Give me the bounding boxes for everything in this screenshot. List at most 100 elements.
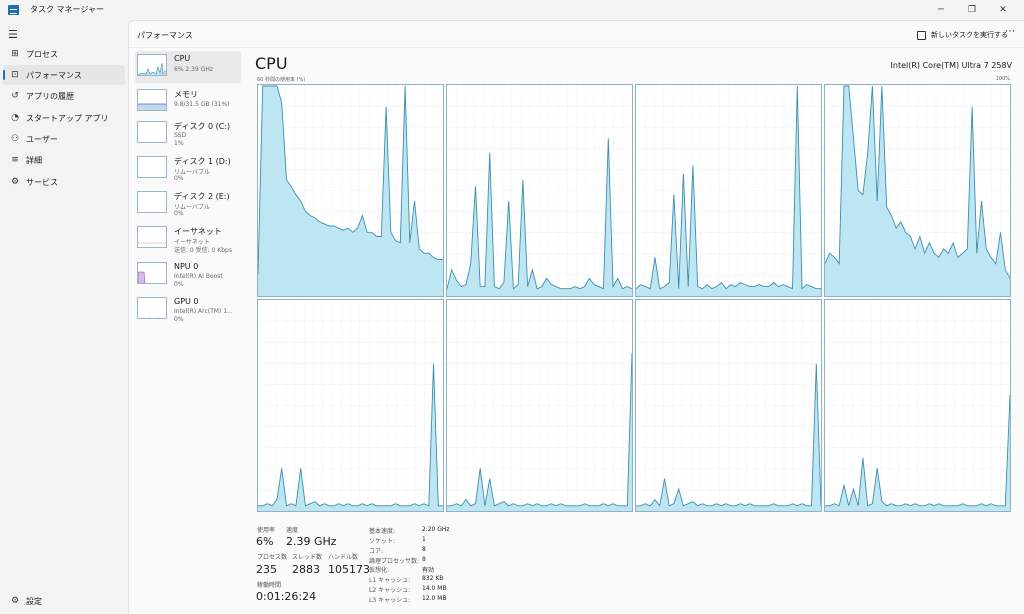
spec-value: 8: [422, 546, 426, 553]
device-item-memory[interactable]: メモリ 9.8/31.5 GB (31%): [135, 86, 241, 118]
nav-item-label: サービス: [26, 177, 58, 187]
device-item-gpu[interactable]: GPU 0 Intel(R) Arc(TM) 1... 0%: [135, 294, 241, 326]
spec-value: 14.0 MB: [422, 585, 447, 592]
device-detail: 9.8/31.5 GB (31%): [174, 101, 230, 108]
hamburger-menu-icon[interactable]: ☰: [8, 28, 18, 41]
cpu-core-graph: [635, 84, 822, 297]
device-name: GPU 0: [174, 297, 199, 306]
memory-thumbnail-graph: [138, 103, 166, 110]
device-item-disk-1[interactable]: ディスク 1 (D:) リムーバブル 0%: [135, 153, 241, 185]
device-item-cpu[interactable]: CPU 6% 2.39 GHz: [135, 51, 241, 83]
spec-label: 基本速度:: [369, 528, 396, 535]
maximize-icon[interactable]: ❐: [959, 0, 985, 20]
graph-axis-label: 60 秒間の使用率 (%): [257, 77, 306, 83]
processes-label: プロセス数: [257, 554, 288, 561]
run-task-icon: [917, 30, 926, 40]
device-name: CPU: [174, 54, 191, 63]
nav-item-processes[interactable]: ⊞ プロセス: [3, 44, 125, 64]
graph-max-label: 100%: [995, 76, 1010, 82]
title-bar: タスク マネージャー ─ ❐ ✕: [0, 0, 1024, 20]
spec-label: L2 キャッシュ:: [369, 587, 411, 594]
nav-item-services[interactable]: ⚙ サービス: [3, 172, 125, 192]
spec-label: L3 キャッシュ:: [369, 597, 411, 604]
spec-label: ソケット:: [369, 538, 396, 545]
nav-item-startup-apps[interactable]: ◔ スタートアップ アプリ: [3, 108, 125, 128]
device-name: ディスク 2 (E:): [174, 192, 230, 201]
device-throughput: 送信: 0 受信: 0 Kbps: [174, 247, 232, 254]
core-usage-chart: [447, 85, 632, 296]
spec-value: 8: [422, 556, 426, 563]
cpu-core-graph: [635, 299, 822, 512]
spec-value: 832 KB: [422, 575, 444, 582]
spec-label: コア:: [369, 548, 384, 555]
device-name: NPU 0: [174, 262, 199, 271]
nav-item-users[interactable]: ⚇ ユーザー: [3, 129, 125, 149]
gauge-icon: ◔: [11, 113, 19, 123]
nav-item-label: アプリの履歴: [26, 91, 74, 101]
core-usage-chart: [636, 300, 821, 511]
device-detail: Intel(R) Arc(TM) 1...: [174, 308, 233, 315]
uptime-value: 0:01:26:24: [256, 590, 317, 603]
nav-sidebar: ☰ ⊞ プロセス ⊡ パフォーマンス ↺ アプリの履歴 ◔ スタートアップ アプ…: [0, 20, 128, 614]
core-usage-chart: [636, 85, 821, 296]
more-options-button[interactable]: ⋯: [1005, 26, 1015, 37]
device-detail: Intel(R) AI Boost: [174, 273, 223, 280]
cpu-thumbnail: [137, 54, 167, 76]
cpu-core-graph: [446, 84, 633, 297]
usage-value: 6%: [256, 535, 274, 548]
device-usage: 0%: [174, 281, 184, 288]
speed-label: 速度: [286, 527, 299, 534]
device-item-ethernet[interactable]: イーサネット イーサネット 送信: 0 受信: 0 Kbps: [135, 223, 241, 255]
nav-item-app-history[interactable]: ↺ アプリの履歴: [3, 86, 125, 106]
device-item-disk-2[interactable]: ディスク 2 (E:) リムーバブル 0%: [135, 188, 241, 220]
ethernet-thumbnail-graph: [138, 242, 166, 244]
nav-item-performance[interactable]: ⊡ パフォーマンス: [3, 65, 125, 85]
cpu-core-graph: [824, 84, 1011, 297]
nav-item-label: パフォーマンス: [26, 70, 82, 80]
nav-item-details[interactable]: ≡ 詳細: [3, 150, 125, 170]
threads-value: 2883: [292, 563, 320, 576]
uptime-label: 稼働時間: [257, 582, 282, 589]
header-divider: [129, 47, 1024, 48]
task-manager-icon: [8, 5, 19, 15]
device-item-npu[interactable]: NPU 0 Intel(R) AI Boost 0%: [135, 259, 241, 291]
handles-label: ハンドル数: [328, 554, 359, 561]
spec-value: 有効: [422, 567, 435, 574]
pulse-icon: ⊡: [11, 70, 19, 80]
nav-item-settings[interactable]: ⚙ 設定: [3, 591, 125, 611]
core-usage-chart: [447, 300, 632, 511]
core-usage-chart: [258, 300, 443, 511]
cpu-core-graph: [257, 84, 444, 297]
puzzle-icon: ⚙: [10, 177, 20, 187]
nav-item-label: ユーザー: [26, 134, 58, 144]
window-title: タスク マネージャー: [30, 5, 104, 14]
minimize-icon[interactable]: ─: [928, 0, 954, 20]
npu-thumbnail: [137, 262, 167, 284]
disk-0-thumbnail: [137, 121, 167, 143]
speed-value: 2.39 GHz: [286, 535, 337, 548]
nav-item-label: プロセス: [26, 49, 58, 59]
close-icon[interactable]: ✕: [990, 0, 1016, 20]
grid-icon: ⊞: [11, 49, 19, 59]
spec-value: 12.0 MB: [422, 595, 447, 602]
cpu-title: CPU: [255, 54, 288, 73]
threads-label: スレッド数: [292, 554, 323, 561]
device-detail: SSD: [174, 132, 187, 139]
device-name: ディスク 0 (C:): [174, 122, 231, 131]
usage-label: 使用率: [257, 527, 276, 534]
processes-value: 235: [256, 563, 277, 576]
new-task-label: 新しいタスクを実行する: [931, 31, 1008, 39]
device-usage: 0%: [174, 175, 184, 182]
cpu-core-graphs: [257, 84, 1012, 514]
npu-thumbnail-graph: [138, 271, 146, 283]
core-usage-chart: [258, 85, 443, 296]
new-task-button[interactable]: 新しいタスクを実行する: [917, 27, 1008, 43]
spec-value: 2.20 GHz: [422, 526, 450, 533]
device-name: ディスク 1 (D:): [174, 157, 231, 166]
ethernet-thumbnail: [137, 226, 167, 248]
disk-2-thumbnail: [137, 191, 167, 213]
main-panel: パフォーマンス 新しいタスクを実行する ⋯ CPU 6% 2.39 GHz メモ…: [128, 20, 1024, 614]
device-item-disk-0[interactable]: ディスク 0 (C:) SSD 1%: [135, 118, 241, 150]
gpu-thumbnail: [137, 297, 167, 319]
device-name: メモリ: [174, 90, 198, 99]
